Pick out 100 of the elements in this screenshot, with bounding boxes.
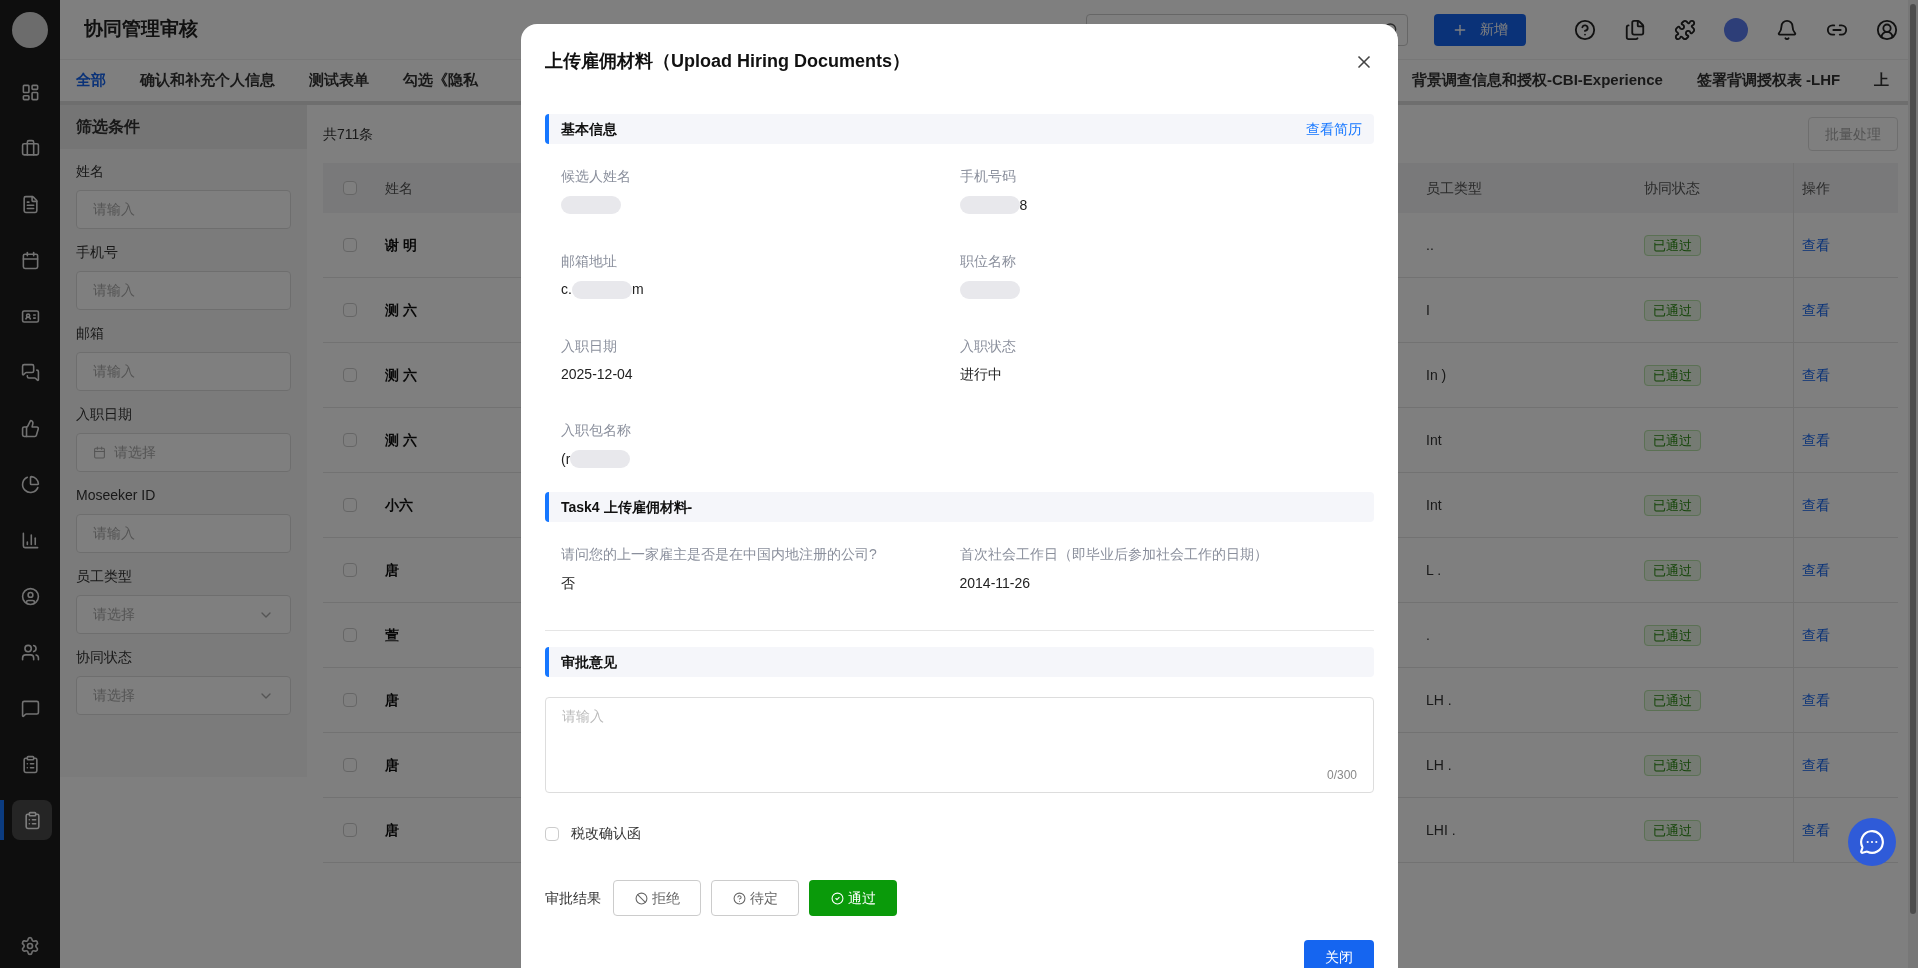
view-resume-link[interactable]: 查看简历 <box>1306 118 1362 140</box>
row-checkbox[interactable] <box>343 563 357 577</box>
result-option[interactable]: 拒绝 <box>613 880 701 916</box>
briefcase-icon <box>20 138 40 158</box>
view-link[interactable]: 查看 <box>1802 559 1830 581</box>
status-tag: 已通过 <box>1644 494 1701 516</box>
field-value: 进行中 <box>959 365 1002 384</box>
column-header: 协同状态 <box>1644 179 1700 196</box>
row-checkbox[interactable] <box>343 238 357 252</box>
table-cell: Int <box>1426 496 1442 513</box>
section-title: 基本信息 <box>561 119 617 139</box>
result-option[interactable]: 通过 <box>809 880 897 916</box>
pie-chart-icon <box>20 474 40 494</box>
table-cell: L . <box>1426 561 1442 578</box>
tab[interactable]: 测试表单 <box>309 69 369 92</box>
tab[interactable]: 勾选《隐私 <box>403 69 478 92</box>
tab[interactable]: 签署背调授权表 -LHF <box>1696 69 1841 92</box>
chat-icon <box>1859 829 1885 855</box>
table-cell: 谢 明 <box>385 236 417 253</box>
row-checkbox[interactable] <box>343 693 357 707</box>
row-checkbox[interactable] <box>343 433 357 447</box>
checkbox[interactable] <box>545 826 559 841</box>
table-cell: 小六 <box>385 496 413 513</box>
field-value: 2025-12-04 <box>561 365 633 384</box>
calendar-icon <box>20 250 40 270</box>
view-link[interactable]: 查看 <box>1802 364 1830 386</box>
ban-icon <box>634 891 648 905</box>
view-link[interactable]: 查看 <box>1802 429 1830 451</box>
view-link[interactable]: 查看 <box>1802 234 1830 256</box>
opinion-textarea[interactable]: 请输入 0/300 <box>545 697 1374 793</box>
user-icon[interactable] <box>1876 18 1898 41</box>
tab[interactable]: 上 <box>1874 69 1890 92</box>
tab[interactable]: 背景调查信息和授权-CBI-Experience <box>1412 69 1663 92</box>
header-checkbox[interactable] <box>343 181 357 195</box>
chat-bubbles-icon <box>20 362 40 382</box>
field-label: 入职状态 <box>959 336 1016 356</box>
avatar[interactable] <box>12 12 48 48</box>
view-link[interactable]: 查看 <box>1802 624 1830 646</box>
field-label: 邮箱地址 <box>561 251 617 271</box>
field-value: m <box>631 280 644 300</box>
column-header: 操作 <box>1802 178 1830 198</box>
result-option[interactable]: 待定 <box>711 880 799 916</box>
row-checkbox[interactable] <box>343 758 357 772</box>
status-tag: 已通过 <box>1644 689 1701 711</box>
field-label: 请问您的上一家雇主是否是在中国内地注册的公司? <box>561 545 877 564</box>
view-link[interactable]: 查看 <box>1802 819 1830 841</box>
row-checkbox[interactable] <box>343 628 357 642</box>
check-circle-icon <box>830 891 844 905</box>
settings-icon[interactable] <box>20 936 40 956</box>
table-cell: In ) <box>1426 366 1447 383</box>
result-label: 审批结果 <box>545 888 601 908</box>
field-value: (r <box>561 449 571 469</box>
row-checkbox[interactable] <box>343 823 357 837</box>
row-checkbox[interactable] <box>343 368 357 382</box>
field-value: 8 <box>1019 195 1028 215</box>
view-link[interactable]: 查看 <box>1802 494 1830 516</box>
user-circle-icon <box>20 586 40 606</box>
table-cell: LH . <box>1426 756 1452 773</box>
row-checkbox[interactable] <box>343 498 357 512</box>
table-cell: Int <box>1426 431 1442 448</box>
filter-label: 姓名 <box>76 162 104 181</box>
tab[interactable]: 全部 <box>76 69 106 92</box>
status-tag: 已通过 <box>1644 624 1701 646</box>
chat-button[interactable] <box>1848 818 1896 866</box>
table-cell: 测 六 <box>385 366 417 383</box>
thumbs-up-icon <box>20 418 40 438</box>
help-icon[interactable] <box>1574 18 1596 41</box>
table-cell: .. <box>1426 236 1434 253</box>
document-icon <box>20 194 40 214</box>
field-value: c. <box>561 280 572 300</box>
bell-icon[interactable] <box>1776 18 1798 41</box>
modal-title: 上传雇佣材料（Upload Hiring Documents） <box>545 50 910 73</box>
users-icon <box>20 642 40 662</box>
table-cell: 唐 <box>385 821 399 838</box>
filter-label: 手机号 <box>76 243 118 262</box>
table-cell: LH . <box>1426 691 1452 708</box>
table-cell: 唐 <box>385 561 399 578</box>
message-icon <box>20 698 40 718</box>
clipboard-icon <box>22 810 42 830</box>
document-icon[interactable] <box>1624 18 1646 41</box>
calendar-icon <box>93 446 106 459</box>
tab[interactable]: 确认和补充个人信息 <box>140 69 275 92</box>
view-link[interactable]: 查看 <box>1802 689 1830 711</box>
assistant-icon[interactable] <box>1724 17 1748 42</box>
puzzle-icon[interactable] <box>1674 18 1696 41</box>
close-dialog-button[interactable]: 关闭 <box>1304 940 1374 968</box>
row-checkbox[interactable] <box>343 303 357 317</box>
filter-label: 员工类型 <box>76 567 132 586</box>
table-cell: 萱 <box>385 626 399 643</box>
add-button[interactable]: 新增 <box>1434 13 1526 46</box>
field-label: 手机号码 <box>959 167 1016 186</box>
filter-title: 筛选条件 <box>76 117 140 137</box>
view-link[interactable]: 查看 <box>1802 754 1830 776</box>
column-header: 姓名 <box>385 179 413 196</box>
field-label: 职位名称 <box>959 251 1016 271</box>
view-link[interactable]: 查看 <box>1802 299 1830 321</box>
filter-label: 协同状态 <box>76 648 132 667</box>
field-value: 否 <box>561 573 575 593</box>
status-tag: 已通过 <box>1644 299 1701 321</box>
filter-label: 入职日期 <box>76 405 132 424</box>
